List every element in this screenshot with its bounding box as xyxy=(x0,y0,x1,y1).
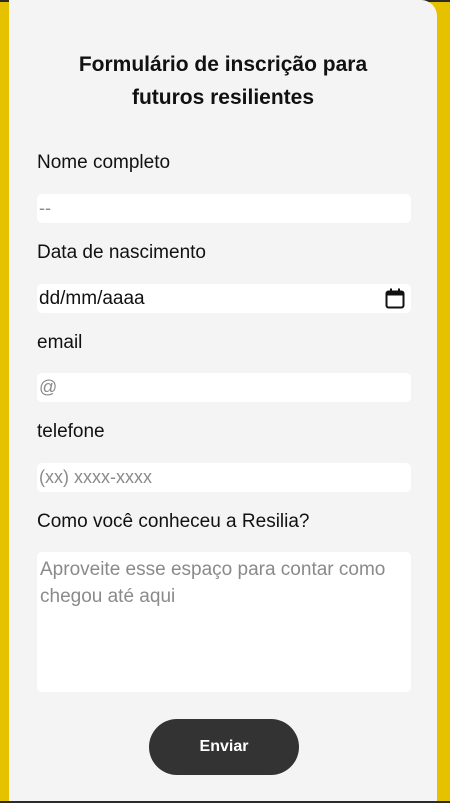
email-input[interactable]: @ xyxy=(37,373,411,402)
birthdate-input[interactable]: dd/mm/aaaa xyxy=(37,284,411,313)
source-label: Como você conheceu a Resilia? xyxy=(37,511,310,532)
source-placeholder: Aproveite esse espaço para contar como c… xyxy=(40,559,386,607)
name-label: Nome completo xyxy=(37,152,171,173)
form-title: Formulário de inscrição para futuros res… xyxy=(78,53,368,109)
birthdate-label: Data de nascimento xyxy=(37,242,206,263)
submit-button[interactable]: Enviar xyxy=(149,719,299,775)
name-input[interactable]: -- xyxy=(37,194,411,223)
calendar-icon[interactable] xyxy=(385,288,405,309)
email-label: email xyxy=(37,332,83,353)
name-placeholder: -- xyxy=(39,198,51,218)
phone-placeholder: (xx) xxxx-xxxx xyxy=(39,467,152,487)
phone-input[interactable]: (xx) xxxx-xxxx xyxy=(37,463,411,492)
phone-label: telefone xyxy=(37,421,105,442)
birthdate-value: dd/mm/aaaa xyxy=(39,287,145,309)
email-placeholder: @ xyxy=(39,377,58,397)
source-textarea[interactable]: Aproveite esse espaço para contar como c… xyxy=(37,552,411,692)
left-accent-strip xyxy=(0,0,9,803)
form-card: Formulário de inscrição para futuros res… xyxy=(9,0,437,803)
